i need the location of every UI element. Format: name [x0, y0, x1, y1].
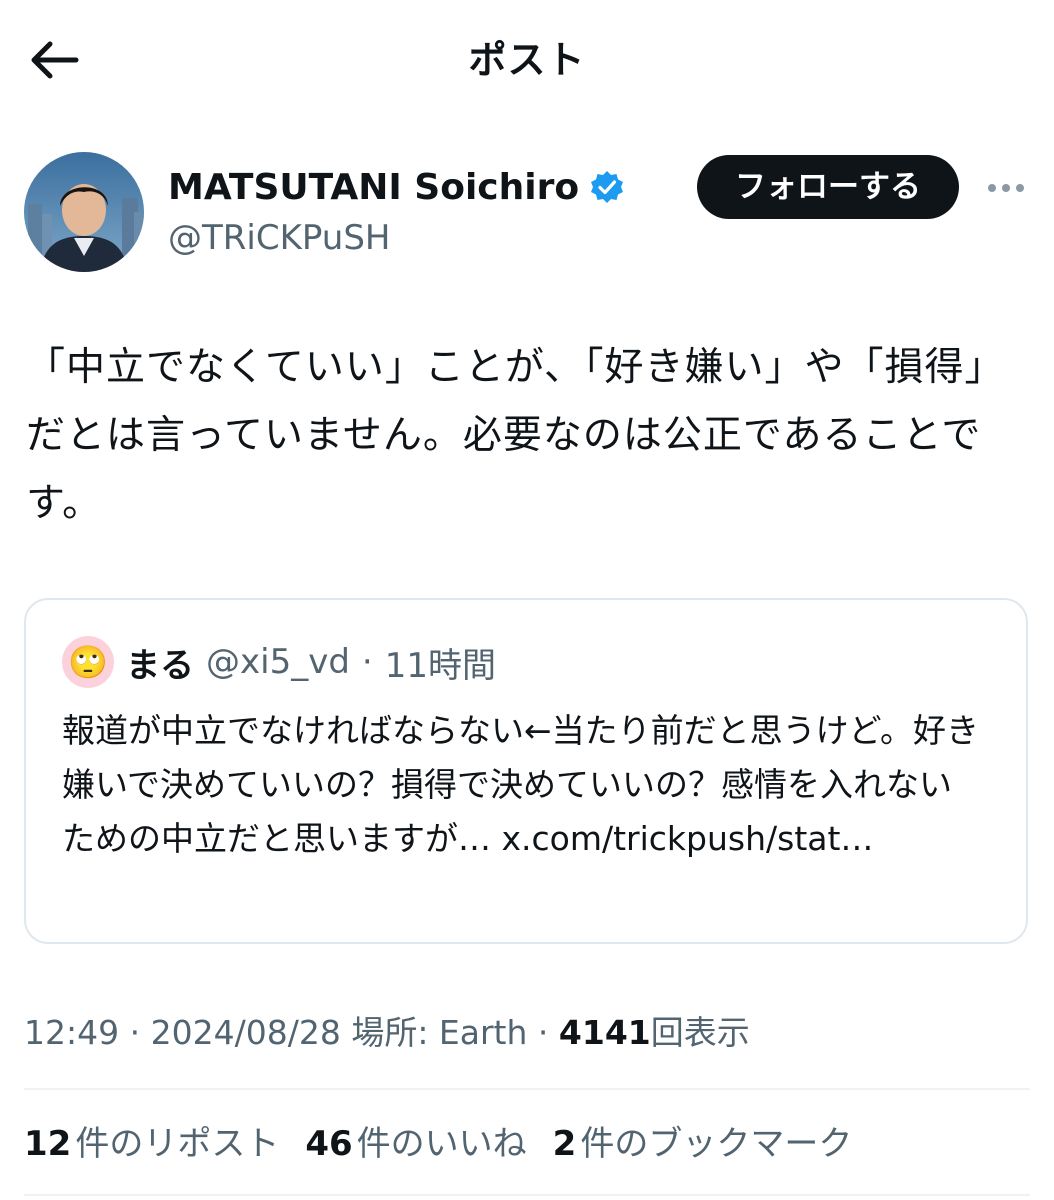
- more-options-button[interactable]: [980, 168, 1032, 208]
- verified-badge-icon: [589, 169, 625, 205]
- quoted-link[interactable]: x.com/trickpush/stat…: [502, 819, 874, 858]
- quoted-avatar[interactable]: 🙄: [62, 636, 114, 688]
- divider: [24, 1088, 1030, 1090]
- quoted-post[interactable]: 🙄 まる @xi5_vd · 11時間 報道が中立でなければならない←当たり前だ…: [24, 598, 1028, 944]
- view-label: 回表示: [650, 1013, 750, 1052]
- post-meta: 12:49 · 2024/08/28 場所: Earth · 4141回表示: [24, 1008, 750, 1058]
- quoted-author-handle[interactable]: @xi5_vd: [206, 642, 350, 682]
- more-horizontal-icon: [988, 184, 996, 192]
- meta-separator: ·: [129, 1013, 141, 1052]
- post-date[interactable]: 2024/08/28: [151, 1013, 341, 1052]
- eye-roll-emoji-icon: 🙄: [68, 643, 108, 681]
- quoted-separator: ·: [361, 642, 373, 682]
- quoted-header: まる @xi5_vd · 11時間: [126, 636, 496, 688]
- engagement-stats: 12 件のリポスト 46 件のいいね 2 件のブックマーク: [24, 1118, 852, 1170]
- author-display-name: MATSUTANI Soichiro: [168, 166, 580, 208]
- divider: [24, 1194, 1030, 1196]
- quoted-timestamp[interactable]: 11時間: [385, 638, 496, 687]
- like-count[interactable]: 46 件のいいね: [305, 1118, 526, 1170]
- page-title: ポスト: [468, 38, 586, 82]
- author-handle[interactable]: @TRiCKPuSH: [168, 216, 390, 260]
- bookmark-count[interactable]: 2 件のブックマーク: [553, 1118, 853, 1170]
- avatar[interactable]: [24, 152, 144, 272]
- avatar-image: [24, 152, 144, 272]
- quoted-text: 報道が中立でなければならない←当たり前だと思うけど。好き嫌いで決めていいの？損得…: [62, 704, 982, 866]
- follow-button[interactable]: フォローする: [697, 155, 959, 219]
- post-location: 場所: Earth: [351, 1013, 528, 1052]
- quoted-author-name[interactable]: まる: [126, 638, 194, 687]
- post-time[interactable]: 12:49: [24, 1013, 119, 1052]
- post-text: 「中立でなくていい」ことが、「好き嫌い」や「損得」だとは言っていません。必要なの…: [26, 345, 1005, 526]
- repost-count[interactable]: 12 件のリポスト: [24, 1118, 279, 1170]
- author-name-row[interactable]: MATSUTANI Soichiro: [168, 164, 625, 210]
- meta-separator: ·: [537, 1013, 549, 1052]
- view-count: 4141: [558, 1013, 651, 1052]
